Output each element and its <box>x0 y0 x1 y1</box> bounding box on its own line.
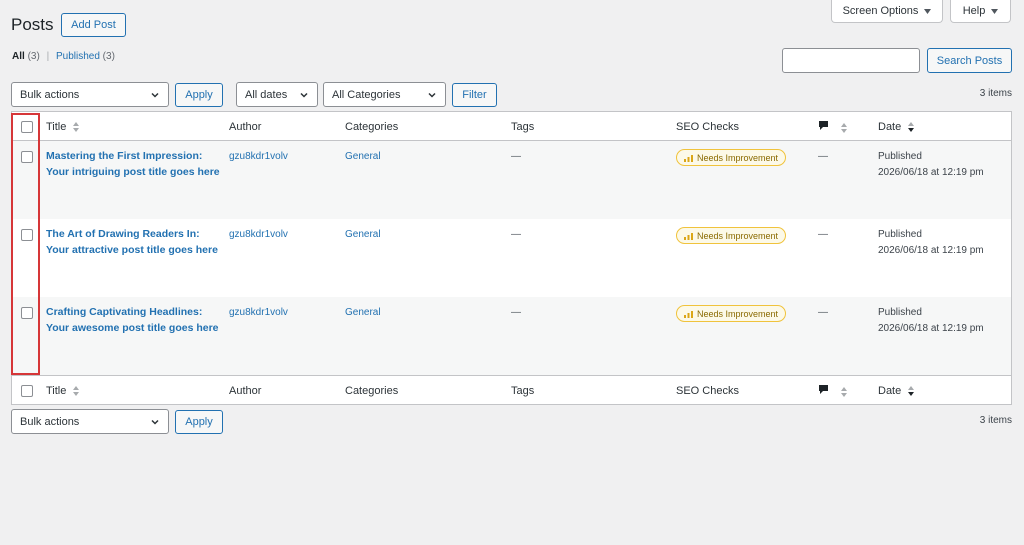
comment-bubble-icon <box>819 121 828 130</box>
signal-bars-icon <box>684 310 693 318</box>
view-published-count: (3) <box>102 51 115 62</box>
column-date-label: Date <box>878 385 902 397</box>
items-count-top: 3 items <box>979 88 1012 99</box>
post-title-link[interactable]: Crafting Captivating Headlines: Your awe… <box>46 305 224 336</box>
search-posts-button[interactable]: Search Posts <box>927 48 1012 73</box>
caret-down-icon <box>991 8 999 14</box>
search-input[interactable] <box>782 48 920 73</box>
post-title-link[interactable]: The Art of Drawing Readers In: Your attr… <box>46 227 224 258</box>
sort-desc-icon <box>908 386 915 397</box>
column-title-label: Title <box>46 385 67 397</box>
sort-arrows-icon <box>73 386 80 397</box>
column-categories: Categories <box>345 385 399 397</box>
post-tags: — <box>511 229 521 240</box>
view-all-link[interactable]: All <box>12 51 25 62</box>
comment-bubble-icon <box>819 385 828 394</box>
post-comments: — <box>818 307 828 318</box>
table-footer: Title Author Categories Tags SEO Checks … <box>12 375 1011 404</box>
post-tags: — <box>511 307 521 318</box>
column-seo-checks: SEO Checks <box>676 385 739 397</box>
bulk-actions-value: Bulk actions <box>20 88 80 101</box>
chevron-down-icon <box>300 92 308 98</box>
dates-filter-value: All dates <box>245 88 288 101</box>
column-tags: Tags <box>511 385 535 397</box>
seo-status-badge[interactable]: Needs Improvement <box>676 227 787 244</box>
table-header: Title Author Categories Tags SEO Checks … <box>12 112 1011 141</box>
column-author: Author <box>229 121 262 133</box>
post-category-link[interactable]: General <box>345 149 381 165</box>
apply-button-top[interactable]: Apply <box>175 83 223 107</box>
column-date-sortable[interactable]: Date <box>878 121 915 133</box>
sort-arrows-icon <box>841 387 848 398</box>
post-status: Published <box>878 151 922 162</box>
column-title-label: Title <box>46 121 67 133</box>
seo-status-label: Needs Improvement <box>697 308 779 319</box>
column-categories: Categories <box>345 121 399 133</box>
view-separator: | <box>46 51 50 62</box>
column-date-label: Date <box>878 121 902 133</box>
view-published-link[interactable]: Published <box>56 51 100 62</box>
post-date: 2026/06/18 at 12:19 pm <box>878 322 984 334</box>
signal-bars-icon <box>684 154 693 162</box>
caret-down-icon <box>924 8 932 14</box>
seo-status-label: Needs Improvement <box>697 152 779 163</box>
sort-desc-icon <box>908 122 915 133</box>
post-comments: — <box>818 229 828 240</box>
column-tags: Tags <box>511 121 535 133</box>
categories-filter-value: All Categories <box>332 88 401 101</box>
bulk-actions-select-top[interactable]: Bulk actions <box>11 82 169 107</box>
column-seo-checks: SEO Checks <box>676 121 739 133</box>
table-row: Crafting Captivating Headlines: Your awe… <box>12 297 1011 375</box>
column-date-sortable[interactable]: Date <box>878 385 915 397</box>
help-button[interactable]: Help <box>950 0 1011 23</box>
dates-filter-select[interactable]: All dates <box>236 82 318 107</box>
table-row: The Art of Drawing Readers In: Your attr… <box>12 219 1011 297</box>
post-date: 2026/06/18 at 12:19 pm <box>878 166 984 178</box>
view-all-count: (3) <box>27 51 40 62</box>
table-row: Mastering the First Impression: Your int… <box>12 141 1011 219</box>
posts-table: Title Author Categories Tags SEO Checks … <box>11 111 1012 405</box>
post-status: Published <box>878 229 922 240</box>
column-author: Author <box>229 385 262 397</box>
seo-status-label: Needs Improvement <box>697 230 779 241</box>
categories-filter-select[interactable]: All Categories <box>323 82 446 107</box>
items-count-bottom: 3 items <box>979 415 1012 426</box>
seo-status-badge[interactable]: Needs Improvement <box>676 149 787 166</box>
screen-options-label: Screen Options <box>842 5 919 17</box>
post-author-link[interactable]: gzu8kdr1volv <box>229 149 288 165</box>
post-comments: — <box>818 151 828 162</box>
post-author-link[interactable]: gzu8kdr1volv <box>229 227 288 243</box>
post-category-link[interactable]: General <box>345 227 381 243</box>
post-title-link[interactable]: Mastering the First Impression: Your int… <box>46 149 224 180</box>
post-status-views: All (3) | Published (3) <box>12 51 115 62</box>
post-date: 2026/06/18 at 12:19 pm <box>878 244 984 256</box>
bulk-actions-select-bottom[interactable]: Bulk actions <box>11 409 169 434</box>
column-comments-sortable[interactable] <box>818 384 848 398</box>
select-all-checkbox-bottom[interactable] <box>21 385 33 397</box>
column-comments-sortable[interactable] <box>818 120 848 134</box>
column-title-sortable[interactable]: Title <box>46 121 80 133</box>
chevron-down-icon <box>428 92 436 98</box>
signal-bars-icon <box>684 232 693 240</box>
post-author-link[interactable]: gzu8kdr1volv <box>229 305 288 321</box>
add-post-button[interactable]: Add Post <box>61 13 126 37</box>
bulk-actions-value: Bulk actions <box>20 415 80 428</box>
filter-button[interactable]: Filter <box>452 83 497 107</box>
sort-arrows-icon <box>841 123 848 134</box>
page-title: Posts <box>11 15 54 34</box>
column-title-sortable[interactable]: Title <box>46 385 80 397</box>
sort-arrows-icon <box>73 122 80 133</box>
post-status: Published <box>878 307 922 318</box>
screen-options-button[interactable]: Screen Options <box>831 0 943 23</box>
help-label: Help <box>962 5 986 17</box>
chevron-down-icon <box>151 419 159 425</box>
post-category-link[interactable]: General <box>345 305 381 321</box>
chevron-down-icon <box>151 92 159 98</box>
checkbox-column-highlight <box>11 113 40 375</box>
seo-status-badge[interactable]: Needs Improvement <box>676 305 787 322</box>
apply-button-bottom[interactable]: Apply <box>175 410 223 434</box>
post-tags: — <box>511 151 521 162</box>
